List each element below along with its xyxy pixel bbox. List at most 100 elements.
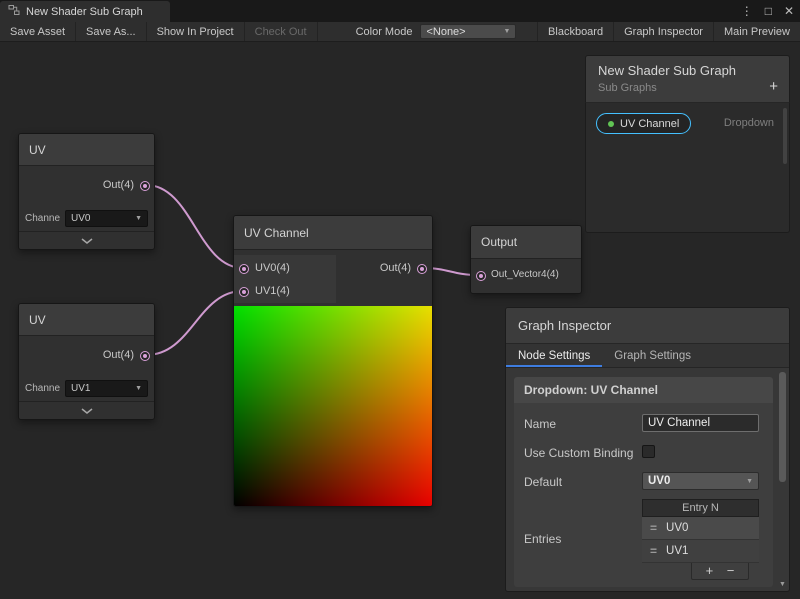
add-property-button[interactable]: + — [769, 79, 778, 94]
name-field-row: Name UV Channel — [514, 414, 773, 432]
save-as-button[interactable]: Save As... — [76, 22, 147, 41]
default-row: Default UV0 ▼ — [514, 472, 773, 490]
blackboard-body: UV Channel Dropdown — [585, 103, 790, 233]
uv-node-top[interactable]: UV Out(4) Channe UV0 ▼ — [18, 133, 155, 250]
use-custom-binding-label: Use Custom Binding — [524, 443, 642, 461]
maximize-icon[interactable]: □ — [765, 4, 772, 18]
window-controls: ⋮ □ ✕ — [741, 0, 794, 22]
channel-dropdown[interactable]: UV0 ▼ — [65, 210, 148, 227]
input-port-uv0[interactable] — [239, 264, 249, 274]
default-label: Default — [524, 472, 642, 490]
blackboard-title: New Shader Sub Graph — [598, 63, 777, 78]
node-title-label: UV Channel — [244, 226, 309, 240]
section-title: Dropdown: UV Channel — [514, 377, 773, 403]
entry-label: UV1 — [666, 545, 688, 557]
blackboard-item-uv-channel[interactable]: UV Channel — [596, 113, 691, 134]
blackboard-panel[interactable]: New Shader Sub Graph Sub Graphs + UV Cha… — [585, 55, 790, 233]
port-label-uv0: UV0(4) — [255, 262, 290, 274]
chevron-down-icon: ▼ — [135, 215, 142, 222]
remove-entry-button[interactable]: − — [727, 564, 735, 577]
entry-row-uv0[interactable]: = UV0 — [642, 517, 759, 540]
channel-label: Channe — [25, 383, 60, 394]
close-icon[interactable]: ✕ — [784, 4, 794, 18]
color-mode-label: Color Mode — [348, 22, 421, 41]
tab-new-shader-sub-graph[interactable]: New Shader Sub Graph — [0, 1, 170, 22]
save-asset-button[interactable]: Save Asset — [0, 22, 76, 41]
blackboard-scrollbar[interactable] — [783, 108, 787, 164]
entries-label: Entries — [524, 531, 642, 547]
toolbar-right-group: Blackboard Graph Inspector Main Preview — [537, 22, 800, 41]
edge-uv1[interactable] — [146, 291, 243, 355]
subgraph-icon — [8, 4, 20, 19]
output-port[interactable] — [140, 351, 150, 361]
input-port-out-vector4[interactable] — [476, 271, 486, 281]
port-label-out-vector4: Out_Vector4(4) — [491, 269, 559, 280]
inspector-content: Dropdown: UV Channel Name UV Channel Use… — [506, 369, 789, 591]
chevron-down-icon: ▼ — [504, 28, 511, 35]
drag-handle-icon[interactable]: = — [650, 544, 657, 558]
node-title[interactable]: UV Channel — [234, 216, 432, 250]
output-port[interactable] — [417, 264, 427, 274]
channel-dropdown[interactable]: UV1 ▼ — [65, 380, 148, 397]
chevron-down-icon — [81, 238, 93, 244]
default-dropdown[interactable]: UV0 ▼ — [642, 472, 759, 490]
node-title-label: Output — [481, 235, 517, 249]
tab-node-settings[interactable]: Node Settings — [506, 344, 602, 367]
inspector-title: Graph Inspector — [518, 318, 611, 333]
entry-label: UV0 — [666, 522, 688, 534]
graph-toolbar: Save Asset Save As... Show In Project Ch… — [0, 22, 800, 42]
channel-row: Channe UV1 ▼ — [19, 376, 154, 401]
output-row: Out(4) — [19, 166, 154, 206]
input-port-uv1[interactable] — [239, 287, 249, 297]
node-title[interactable]: UV — [19, 304, 154, 336]
entries-list-footer: + − — [691, 563, 749, 580]
name-input-value: UV Channel — [648, 417, 710, 429]
custom-binding-row: Use Custom Binding — [514, 443, 773, 461]
inspector-header[interactable]: Graph Inspector — [506, 308, 789, 344]
chevron-down-icon: ▼ — [135, 385, 142, 392]
output-port[interactable] — [140, 181, 150, 191]
edge-uv0[interactable] — [146, 185, 243, 268]
output-node[interactable]: Output Out_Vector4(4) — [470, 225, 582, 294]
use-custom-binding-checkbox[interactable] — [642, 445, 655, 458]
scrollbar-thumb[interactable] — [779, 372, 786, 482]
chevron-down-icon — [81, 408, 93, 414]
port-label-uv1: UV1(4) — [255, 285, 290, 297]
scroll-down-arrow-icon[interactable]: ▼ — [778, 581, 787, 588]
channel-value: UV1 — [71, 383, 90, 394]
inspector-scrollbar[interactable]: ▼ — [778, 370, 787, 588]
input-row: Out_Vector4(4) — [471, 259, 581, 293]
show-in-project-button[interactable]: Show In Project — [147, 22, 245, 41]
graph-inspector-panel[interactable]: Graph Inspector Node Settings Graph Sett… — [505, 307, 790, 592]
uv-channel-node[interactable]: UV Channel UV0(4) UV1(4) Out(4) — [233, 215, 433, 507]
collapse-preview-toggle[interactable] — [19, 401, 154, 419]
check-out-button: Check Out — [245, 22, 318, 41]
channel-label: Channe — [25, 213, 60, 224]
uv-node-bottom[interactable]: UV Out(4) Channe UV1 ▼ — [18, 303, 155, 420]
node-title[interactable]: Output — [471, 226, 581, 259]
blackboard-item-label: UV Channel — [620, 118, 679, 130]
name-input[interactable]: UV Channel — [642, 414, 759, 432]
node-title-label: UV — [29, 313, 46, 327]
chevron-down-icon: ▼ — [746, 478, 753, 485]
shader-graph-window: New Shader Sub Graph ⋮ □ ✕ Save Asset Sa… — [0, 0, 800, 599]
channel-row: Channe UV0 ▼ — [19, 206, 154, 231]
color-mode-value: <None> — [426, 26, 465, 38]
port-label-out: Out(4) — [380, 262, 411, 274]
graph-canvas[interactable]: UV Out(4) Channe UV0 ▼ UV — [0, 42, 800, 599]
color-mode-dropdown[interactable]: <None> ▼ — [420, 24, 516, 39]
ports-area: UV0(4) UV1(4) Out(4) — [234, 250, 432, 306]
graph-inspector-toggle-button[interactable]: Graph Inspector — [613, 22, 713, 41]
blackboard-header[interactable]: New Shader Sub Graph Sub Graphs + — [585, 55, 790, 103]
main-preview-toggle-button[interactable]: Main Preview — [713, 22, 800, 41]
collapse-preview-toggle[interactable] — [19, 231, 154, 249]
window-tab-bar: New Shader Sub Graph ⋮ □ ✕ — [0, 0, 800, 22]
more-menu-icon[interactable]: ⋮ — [741, 4, 753, 18]
entries-row: Entries Entry N = UV0 = UV1 — [514, 499, 773, 580]
blackboard-toggle-button[interactable]: Blackboard — [537, 22, 613, 41]
node-title[interactable]: UV — [19, 134, 154, 166]
add-entry-button[interactable]: + — [706, 564, 714, 577]
tab-graph-settings[interactable]: Graph Settings — [602, 344, 703, 367]
drag-handle-icon[interactable]: = — [650, 521, 657, 535]
entry-row-uv1[interactable]: = UV1 — [642, 540, 759, 563]
